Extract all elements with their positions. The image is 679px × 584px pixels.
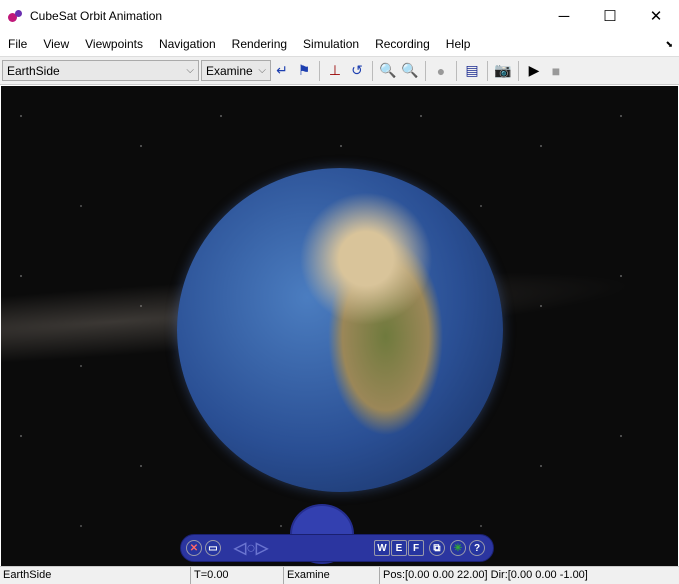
straighten-icon[interactable]: ⊥ [324, 60, 346, 82]
toolbar: EarthSide ⌵ Examine ⌵ ↵ ⚑ ⊥ ↺ 🔍 🔍 ● ▤ 📷 ▶ … [0, 56, 679, 85]
help-button[interactable]: ? [469, 540, 485, 556]
app-icon [8, 8, 24, 24]
play-icon[interactable]: ▶ [523, 60, 545, 82]
status-viewpoint: EarthSide [3, 569, 52, 581]
viewpoint-value: EarthSide [7, 63, 60, 78]
status-bar: EarthSide T=0.00 Examine Pos:[0.00 0.00 … [0, 566, 679, 584]
headlight-icon[interactable]: ✳ [450, 540, 466, 556]
chevron-down-icon: ⌵ [186, 65, 194, 76]
separator [372, 60, 373, 81]
menu-simulation[interactable]: Simulation [295, 37, 367, 51]
separator [319, 60, 320, 81]
walk-button[interactable]: W [374, 540, 390, 556]
close-panel-icon[interactable]: ✕ [186, 540, 202, 556]
separator [487, 60, 488, 81]
menu-help[interactable]: Help [438, 37, 479, 51]
earth-globe[interactable] [177, 168, 503, 492]
menu-bar: File View Viewpoints Navigation Renderin… [0, 33, 679, 55]
zoom-out-icon[interactable]: 🔍 [399, 60, 421, 82]
status-mode: Examine [283, 567, 379, 584]
examine-button[interactable]: E [391, 540, 407, 556]
close-button[interactable]: ✕ [633, 0, 679, 32]
console-icon[interactable]: ▤ [461, 60, 483, 82]
separator [518, 60, 519, 81]
undo-move-icon[interactable]: ↺ [346, 60, 368, 82]
menu-file[interactable]: File [0, 37, 35, 51]
rotate-arrows-icon[interactable]: ◁○▷ [226, 540, 276, 557]
viewall-icon[interactable]: ⧉ [429, 540, 445, 556]
maximize-button[interactable]: ☐ [587, 0, 633, 32]
toolbar-grip-icon[interactable]: ⬊ [665, 39, 673, 50]
fly-button[interactable]: F [408, 540, 424, 556]
minimize-panel-icon[interactable]: ▭ [205, 540, 221, 556]
minimize-button[interactable]: ─ [541, 0, 587, 32]
status-time: T=0.00 [190, 567, 283, 584]
flag-icon[interactable]: ⚑ [293, 60, 315, 82]
menu-recording[interactable]: Recording [367, 37, 438, 51]
nav-mode-value: Examine [206, 63, 253, 78]
chevron-down-icon: ⌵ [258, 65, 266, 76]
title-bar: CubeSat Orbit Animation ─ ☐ ✕ [0, 0, 679, 32]
window-title: CubeSat Orbit Animation [30, 9, 163, 23]
menu-navigation[interactable]: Navigation [151, 37, 224, 51]
stop-icon[interactable]: ■ [545, 60, 567, 82]
viewpoint-select[interactable]: EarthSide ⌵ [2, 60, 199, 81]
camera-icon[interactable]: 📷 [492, 60, 514, 82]
separator [425, 60, 426, 81]
separator [456, 60, 457, 81]
nav-mode-select[interactable]: Examine ⌵ [201, 60, 271, 81]
zoom-in-icon[interactable]: 🔍 [377, 60, 399, 82]
status-position: Pos:[0.00 0.00 22.00] Dir:[0.00 0.00 -1.… [379, 567, 679, 584]
record-icon[interactable]: ● [430, 60, 452, 82]
menu-view[interactable]: View [35, 37, 77, 51]
menu-viewpoints[interactable]: Viewpoints [77, 37, 151, 51]
menu-rendering[interactable]: Rendering [224, 37, 295, 51]
return-icon[interactable]: ↵ [271, 60, 293, 82]
3d-viewport[interactable] [1, 86, 678, 566]
